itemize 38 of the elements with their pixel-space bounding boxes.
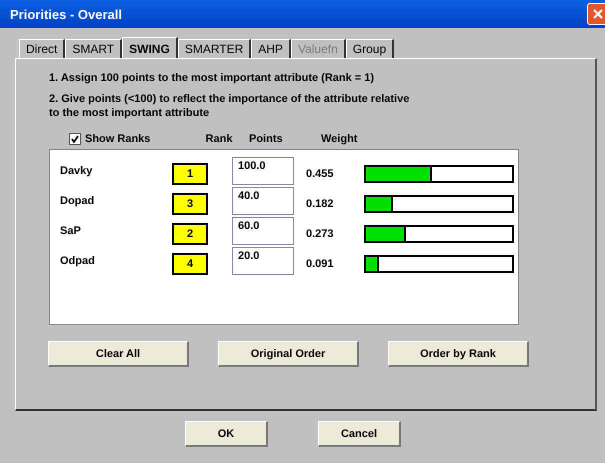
close-button[interactable] [587,3,605,25]
column-header: Rank [204,133,234,145]
attribute-name: Davky [60,165,94,177]
rank-badge: 1 [172,163,208,185]
weight-value: 0.455 [306,168,335,180]
panel-button[interactable]: Clear All [48,341,189,367]
points-field[interactable]: 20.0 [232,247,294,275]
tab[interactable]: SWING [122,37,178,59]
panel-button[interactable]: Order by Rank [388,341,529,367]
checkbox-box[interactable] [69,133,81,145]
weight-value: 0.273 [306,228,335,240]
tab[interactable]: Direct [19,39,66,58]
close-icon [592,8,604,20]
instruction-text: 1. Assign 100 points to the most important attribute (Rank = 1) [49,71,376,85]
rank-badge: 3 [172,193,208,215]
check-icon [71,135,79,143]
attribute-name: Dopad [60,195,96,207]
points-field[interactable]: 60.0 [232,217,294,245]
rank-badge: 2 [172,223,208,245]
show-ranks-label[interactable]: Show Ranks [85,133,150,145]
points-field[interactable]: 100.0 [232,157,294,185]
attribute-name: Odpad [60,255,96,267]
column-header: Weight [321,133,358,145]
rank-badge: 4 [172,253,208,275]
dialog-button[interactable]: Cancel [318,421,401,447]
panel-button[interactable]: Original Order [218,341,359,367]
attribute-name: SaP [60,225,82,237]
window-title: Priorities - Overall [10,6,122,22]
tab[interactable]: AHP [251,39,291,58]
instruction-text: 2. Give points (<100) to reflect the importance of the attribute relative to the most important attribute [49,92,410,120]
tab[interactable]: SMART [65,39,122,58]
tab[interactable]: Group [346,39,394,58]
weight-value: 0.182 [306,198,335,210]
weight-value: 0.091 [306,258,335,270]
tab[interactable]: SMARTER [178,39,252,58]
dialog-button[interactable]: OK [185,421,268,447]
column-header: Points [249,133,284,145]
points-field[interactable]: 40.0 [232,187,294,215]
